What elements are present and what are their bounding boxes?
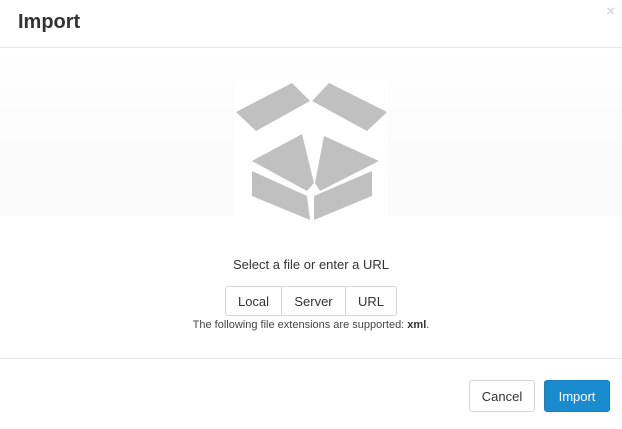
url-source-button[interactable]: URL (345, 286, 397, 316)
server-source-button[interactable]: Server (281, 286, 346, 316)
extensions-note-prefix: The following file extensions are suppor… (192, 319, 408, 331)
supported-extensions-note: The following file extensions are suppor… (0, 318, 622, 332)
extension-xml: xml (407, 319, 427, 331)
footer-divider (0, 358, 622, 359)
source-button-group: Local Server URL (225, 286, 397, 316)
open-box-icon (234, 79, 388, 224)
dialog-header: Import × (0, 0, 622, 48)
import-dialog: Import × Select a file or enter a URL Lo… (0, 0, 622, 429)
drop-prompt: Select a file or enter a URL (232, 257, 390, 272)
close-icon[interactable]: × (606, 3, 615, 21)
cancel-button[interactable]: Cancel (469, 380, 535, 412)
local-source-button[interactable]: Local (225, 286, 282, 316)
import-button[interactable]: Import (544, 380, 610, 412)
dialog-title: Import (18, 11, 81, 33)
extensions-note-suffix: . (426, 319, 430, 331)
